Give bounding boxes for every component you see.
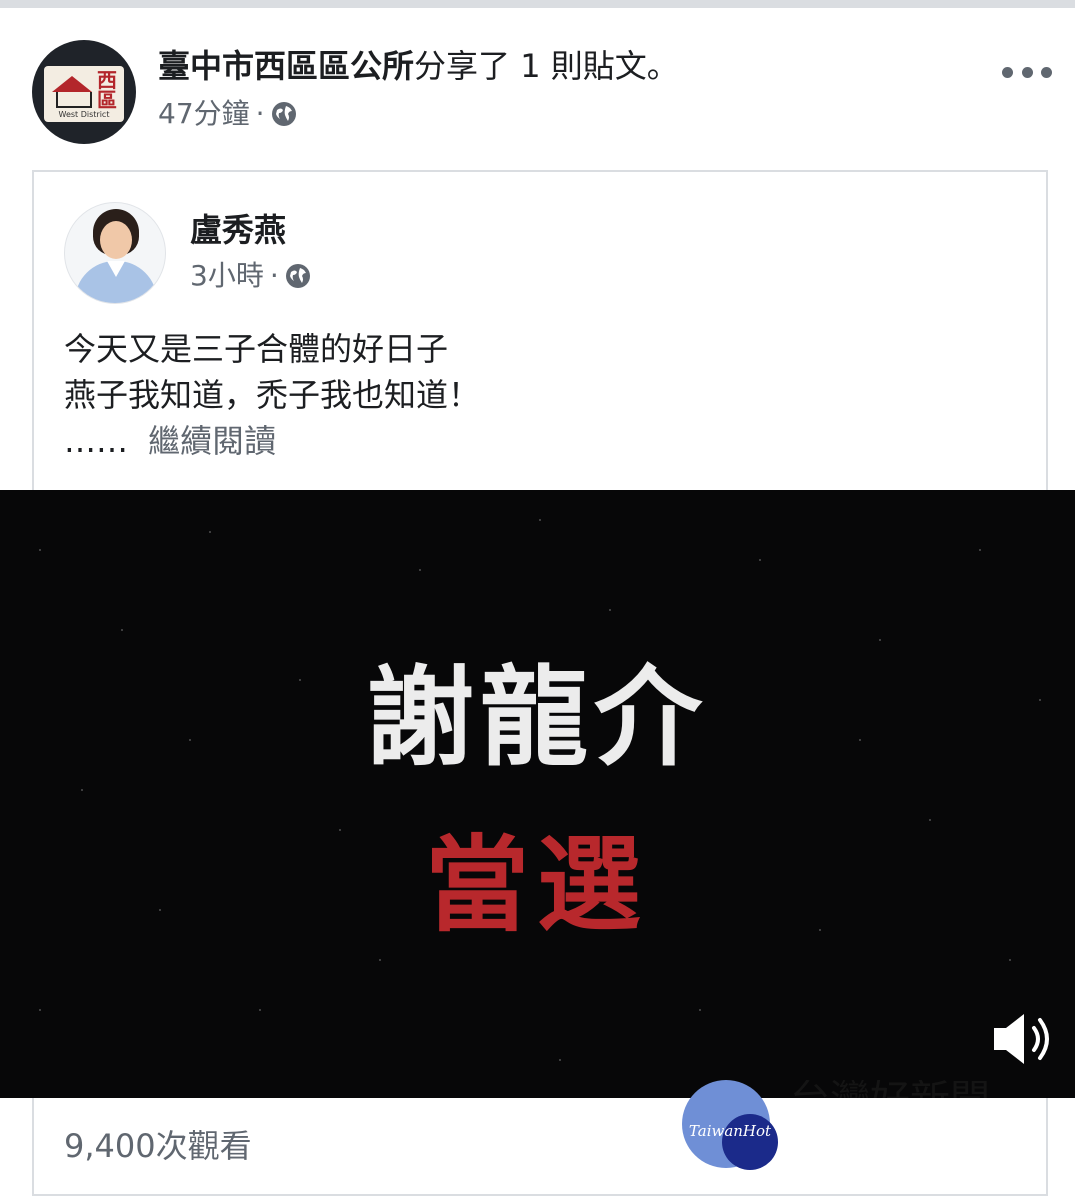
- meta-separator: ·: [269, 259, 279, 292]
- page-logo-roof-icon: [52, 76, 92, 92]
- post-text-line: 今天又是三子合體的好日子: [64, 330, 449, 368]
- avatar-collar: [107, 261, 125, 277]
- volume-on-icon[interactable]: [990, 1008, 1058, 1070]
- video-title-text: 謝龍介: [365, 656, 708, 781]
- logo-text: TaiwanHot: [688, 1122, 772, 1140]
- facebook-post-screen: 西區 West District 臺中市西區區公所分享了 1 則貼文。 47分鐘…: [0, 0, 1075, 1200]
- globe-icon: [285, 264, 310, 288]
- video-subtitle-text: 當選: [424, 824, 649, 946]
- post-text: 今天又是三子合體的好日子 燕子我知道，禿子我也知道！: [64, 326, 1004, 418]
- share-action-text: 分享了 1 則貼文。: [414, 47, 679, 85]
- view-count: 9,400次觀看: [64, 1127, 252, 1165]
- share-timestamp[interactable]: 47分鐘: [158, 96, 250, 132]
- top-divider: [0, 0, 1075, 8]
- page-name-link[interactable]: 臺中市西區區公所: [158, 47, 414, 85]
- post-meta: 3小時 ·: [190, 258, 311, 294]
- watermark-text: 台灣好新聞: [790, 1080, 1060, 1098]
- see-more-row: …… 繼續閱讀: [64, 418, 276, 464]
- share-header: 臺中市西區區公所分享了 1 則貼文。: [158, 44, 918, 88]
- more-options-icon[interactable]: [1002, 60, 1052, 84]
- see-more-link[interactable]: 繼續閱讀: [148, 422, 276, 460]
- taiwanhot-logo: TaiwanHot: [682, 1080, 778, 1170]
- video-player[interactable]: 謝龍介 當選 台灣好新聞: [0, 490, 1075, 1098]
- share-meta: 47分鐘 ·: [158, 96, 297, 132]
- post-text-line: 燕子我知道，禿子我也知道！: [64, 376, 481, 414]
- starfield-background: [39, 519, 1041, 1061]
- page-logo-characters: 西區: [97, 68, 117, 112]
- author-name-link[interactable]: 盧秀燕: [190, 208, 286, 252]
- page-logo-house-icon: [56, 92, 92, 108]
- meta-separator: ·: [255, 97, 265, 130]
- page-logo-subtitle: West District: [58, 110, 110, 119]
- post-ellipsis: ……: [64, 422, 128, 460]
- page-avatar[interactable]: 西區 West District: [32, 40, 136, 144]
- globe-icon: [271, 102, 296, 126]
- post-timestamp[interactable]: 3小時: [190, 258, 264, 294]
- avatar-face: [100, 221, 132, 259]
- author-avatar[interactable]: [64, 202, 166, 304]
